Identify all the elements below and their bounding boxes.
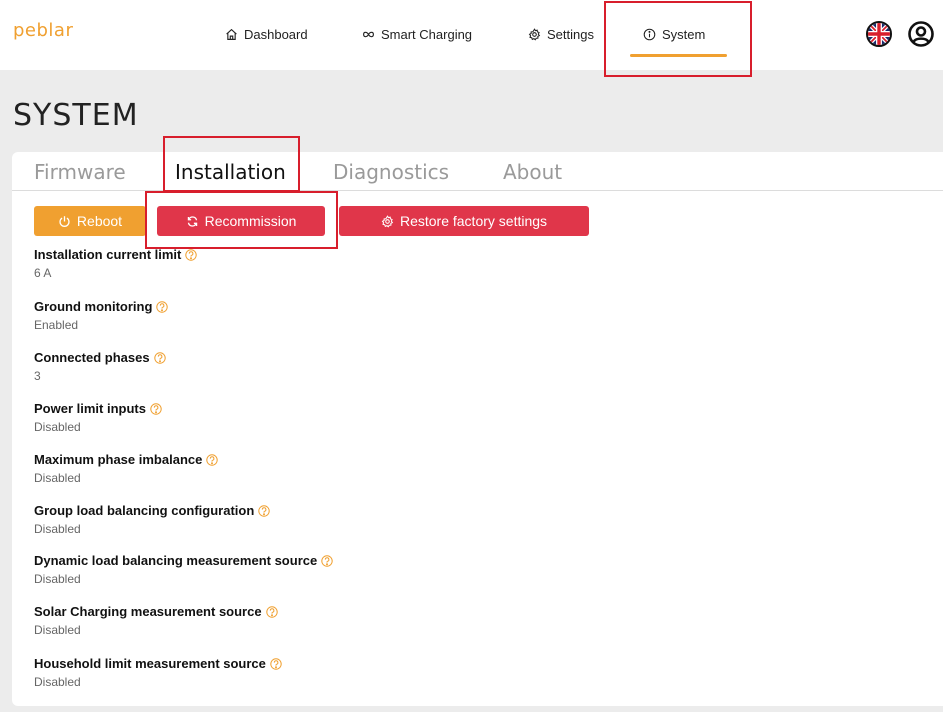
recommission-label: Recommission [204,213,297,229]
help-icon[interactable] [153,351,166,364]
setting-value: Disabled [34,420,81,434]
nav-smart-charging[interactable]: Smart Charging [362,24,472,44]
tab-installation[interactable]: Installation [175,160,286,184]
help-icon[interactable] [185,248,198,261]
info-icon [643,28,656,40]
setting-label: Power limit inputs [34,401,146,416]
top-nav-bar: peblar Dashboard Smart Charging Settings… [0,0,943,70]
tab-about[interactable]: About [503,160,562,184]
nav-system-label: System [662,26,706,42]
setting-value: Disabled [34,522,81,536]
reboot-button[interactable]: Reboot [34,206,146,236]
peblar-logo[interactable]: peblar [13,20,73,41]
setting-maximum-phase-imbalance: Maximum phase imbalance Disabled [34,452,219,485]
recommission-button[interactable]: Recommission [157,206,325,236]
infinity-icon [363,31,374,37]
setting-value: Disabled [34,572,81,586]
user-circle-icon[interactable] [907,20,935,48]
setting-label: Maximum phase imbalance [34,452,203,467]
setting-label: Household limit measurement source [34,656,266,671]
setting-solar-charging-source: Solar Charging measurement source Disabl… [34,604,278,637]
setting-group-load-balancing: Group load balancing configuration Disab… [34,503,270,536]
setting-value: Disabled [34,623,81,637]
nav-dashboard[interactable]: Dashboard [225,24,308,44]
setting-household-limit-source: Household limit measurement source Disab… [34,656,282,689]
setting-dynamic-load-balancing-source: Dynamic load balancing measurement sourc… [34,553,333,586]
restore-factory-settings-label: Restore factory settings [399,213,548,229]
help-icon[interactable] [258,504,270,517]
gear-icon [381,214,394,227]
page-title: SYSTEM [13,98,139,133]
setting-label: Installation current limit [34,247,182,262]
setting-value: Enabled [34,318,79,332]
active-tab-indicator [630,54,727,57]
setting-label: Connected phases [34,350,150,365]
tab-diagnostics[interactable]: Diagnostics [333,160,449,184]
setting-connected-phases: Connected phases 3 [34,350,166,383]
setting-installation-current-limit: Installation current limit 6 A [34,247,198,280]
refresh-icon [187,215,197,227]
help-icon[interactable] [156,300,169,313]
nav-system[interactable]: System [643,24,705,44]
setting-value: 3 [34,369,41,383]
home-icon [226,28,237,40]
help-icon[interactable] [265,605,278,618]
uk-flag-icon[interactable] [866,21,892,47]
setting-value: 6 A [34,266,52,280]
nav-settings-label: Settings [547,26,594,42]
help-icon[interactable] [270,657,282,670]
setting-label: Solar Charging measurement source [34,604,262,619]
uk-flag-graphic [868,23,890,45]
gear-icon [528,27,541,40]
help-icon[interactable] [321,554,333,567]
setting-label: Ground monitoring [34,299,153,314]
tab-firmware[interactable]: Firmware [34,160,126,184]
reboot-label: Reboot [76,213,123,229]
setting-ground-monitoring: Ground monitoring Enabled [34,299,169,332]
setting-value: Disabled [34,471,81,485]
nav-smart-charging-label: Smart Charging [381,26,473,42]
tabs-divider [12,190,943,191]
setting-value: Disabled [34,675,81,689]
setting-label: Dynamic load balancing measurement sourc… [34,553,318,568]
help-icon[interactable] [150,402,162,415]
help-icon[interactable] [206,453,219,466]
setting-label: Group load balancing configuration [34,503,255,518]
restore-factory-settings-button[interactable]: Restore factory settings [339,206,589,236]
power-icon [59,215,70,227]
nav-dashboard-label: Dashboard [244,26,308,42]
setting-power-limit-inputs: Power limit inputs Disabled [34,401,162,434]
nav-settings[interactable]: Settings [528,24,594,44]
